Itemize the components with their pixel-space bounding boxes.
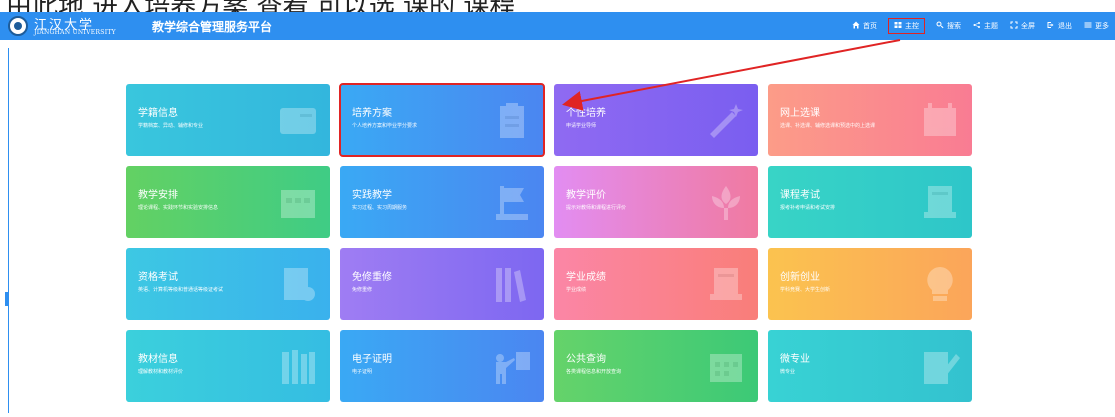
nav-menu[interactable]: 更多 [1084,21,1109,31]
module-title: 学业成绩 [566,272,606,283]
module-grid: 学籍信息 学籍档案、异动、辅修和专业 培养方案 个人培养方案和毕业学分要求 个性培养 申请… [126,83,972,402]
module-tile[interactable]: 公共查询各类课程信息和开放查询 [554,330,758,402]
nav-share[interactable]: 主题 [973,21,998,31]
module-tile[interactable]: 网上选课选课、补选课、辅修选课和预选中的上选课 [768,84,972,156]
clipboard-icon [492,100,532,140]
module-tile[interactable]: 教材信息理解教材和教材评价 [126,330,330,402]
nav-label: 全屏 [1021,22,1035,30]
module-description: 个人培养方案和毕业学分要求 [352,123,418,129]
module-tile[interactable]: 资格考试英语、计算机等级和普通话等级证考试 [126,248,330,320]
share-icon [973,21,981,31]
module-title: 电子证明 [352,354,392,365]
top-navigation: 首页 主控 搜索 主题 全屏 退出 更多 [852,12,1109,40]
certificate-icon [278,264,318,304]
module-title: 资格考试 [138,272,178,283]
module-description: 学业成绩 [566,287,587,293]
scroll-icon [706,264,746,304]
calendar-grid-icon [706,346,746,386]
annotation-caption: 由此地 进入培养方案 查看 可以选 课的 课程 [0,0,1115,12]
nav-fullscreen[interactable]: 全屏 [1010,21,1035,31]
menu-icon [1084,21,1092,31]
module-title: 网上选课 [780,108,820,119]
bookshelf-icon [278,346,318,386]
module-tile[interactable]: 教学安排理论课程、实践环节和实验安排信息 [126,166,330,238]
module-tile[interactable]: 实践教学实习过程、实习周期服务 [340,166,544,238]
module-title: 教学安排 [138,190,178,201]
fullscreen-icon [1010,21,1018,31]
module-title: 培养方案 [352,108,392,119]
module-title: 微专业 [780,354,810,365]
module-description: 电子证明 [352,369,373,375]
nav-windows[interactable]: 主控 [888,18,925,34]
system-title: 教学综合管理服务平台 [152,20,273,34]
module-description: 学科竞赛、大学生创新 [780,287,831,293]
module-description: 理论课程、实践环节和实验安排信息 [138,205,219,211]
flower-icon [706,182,746,222]
id-card-icon [278,100,318,140]
module-tile[interactable]: 创新创业学科竞赛、大学生创新 [768,248,972,320]
nav-label: 更多 [1095,22,1109,30]
module-tile[interactable]: 学业成绩 学业成绩 [554,248,758,320]
scroll-icon [920,182,960,222]
module-tile[interactable]: 课程考试报考补考申请和考试安排 [768,166,972,238]
module-description: 申请学业导师 [566,123,597,129]
flag-icon [492,182,532,222]
nav-label: 搜索 [947,22,961,30]
logout-icon [1047,21,1055,31]
module-description: 报考补考申请和考试安排 [780,205,836,211]
top-bar: 江汉大学 JIANGHAN UNIVERSITY 教学综合管理服务平台 首页 主控… [0,12,1115,40]
lightbulb-icon [920,264,960,304]
nav-logout[interactable]: 退出 [1047,21,1072,31]
teacher-icon [492,346,532,386]
windows-icon [894,21,902,31]
edit-icon [920,346,960,386]
university-emblem-icon [8,16,28,36]
module-title: 创新创业 [780,272,820,283]
module-description: 理解教材和教材评价 [138,369,184,375]
calendar-icon [920,100,960,140]
module-description: 提示对教师和课程进行评价 [566,205,627,211]
module-title: 实践教学 [352,190,392,201]
module-tile[interactable]: 教学评价提示对教师和课程进行评价 [554,166,758,238]
nav-label: 退出 [1058,22,1072,30]
home-icon [852,21,860,31]
module-description: 选课、补选课、辅修选课和预选中的上选课 [780,123,876,129]
nav-search[interactable]: 搜索 [936,21,961,31]
module-tile[interactable]: 个性培养申请学业导师 [554,84,758,156]
module-tile[interactable]: 学籍信息学籍档案、异动、辅修和专业 [126,84,330,156]
nav-label: 主控 [905,22,919,30]
search-icon [936,21,944,31]
module-description: 免修重修 [352,287,373,293]
module-title: 公共查询 [566,354,606,365]
module-title: 免修重修 [352,272,392,283]
module-tile[interactable]: 微专业 微专业 [768,330,972,402]
module-title: 个性培养 [566,108,606,119]
magic-wand-icon [706,100,746,140]
module-title: 学籍信息 [138,108,178,119]
schedule-icon [278,182,318,222]
module-title: 教学评价 [566,190,606,201]
module-tile[interactable]: 培养方案个人培养方案和毕业学分要求 [339,83,545,157]
module-tile[interactable]: 电子证明 电子证明 [340,330,544,402]
module-description: 微专业 [780,369,796,375]
nav-label: 主题 [984,22,998,30]
logo-english-name: JIANGHAN UNIVERSITY [34,29,116,36]
nav-label: 首页 [863,22,877,30]
module-description: 英语、计算机等级和普通话等级证考试 [138,287,224,293]
module-description: 各类课程信息和开放查询 [566,369,622,375]
nav-home[interactable]: 首页 [852,21,877,31]
module-description: 实习过程、实习周期服务 [352,205,408,211]
module-tile[interactable]: 免修重修 免修重修 [340,248,544,320]
module-description: 学籍档案、异动、辅修和专业 [138,123,204,129]
module-title: 教材信息 [138,354,178,365]
side-collapse-handle[interactable] [5,292,8,306]
module-title: 课程考试 [780,190,820,201]
left-divider [8,48,9,413]
books-icon [492,264,532,304]
